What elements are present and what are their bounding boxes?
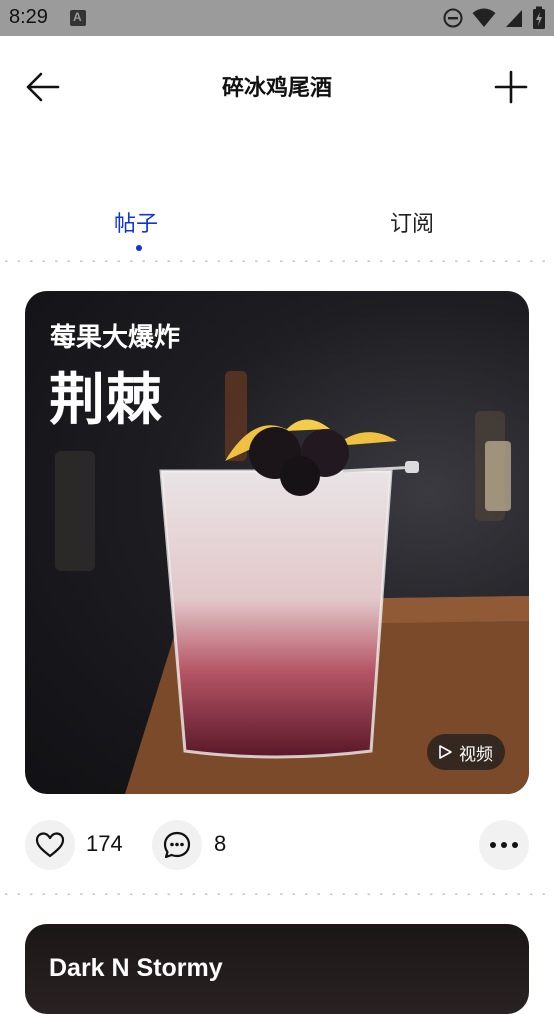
- post-title: Dark N Stormy: [49, 954, 223, 982]
- comment-count: 8: [214, 831, 227, 856]
- post-card[interactable]: 莓果大爆炸 荆棘 视频: [25, 291, 529, 794]
- signal-icon: [506, 10, 522, 27]
- comment-button[interactable]: [152, 820, 202, 870]
- app-bar: 碎冰鸡尾酒: [0, 36, 554, 136]
- add-button[interactable]: [490, 66, 532, 108]
- notification-letter: A: [73, 10, 82, 24]
- tab-bar: 帖子 订阅: [0, 200, 554, 252]
- comment-icon: [163, 831, 191, 859]
- divider: [0, 260, 554, 262]
- wifi-icon: [472, 8, 496, 27]
- status-time: 8:29: [9, 6, 48, 28]
- video-badge: 视频: [427, 734, 505, 770]
- more-options-button[interactable]: [479, 820, 529, 870]
- page-title: 碎冰鸡尾酒: [221, 76, 332, 101]
- active-tab-indicator: [136, 245, 142, 251]
- status-bar: 8:29 A: [0, 0, 554, 36]
- battery-icon: [533, 6, 545, 29]
- play-icon: [439, 745, 452, 759]
- video-label: 视频: [459, 744, 493, 765]
- post-actions: 174 8: [0, 818, 554, 872]
- tab-posts[interactable]: 帖子: [114, 206, 158, 238]
- notification-icon: A: [70, 10, 86, 26]
- divider: [0, 893, 554, 895]
- heart-icon: [35, 832, 65, 858]
- tab-subscriptions[interactable]: 订阅: [390, 206, 434, 238]
- plus-icon: [494, 70, 528, 104]
- like-button[interactable]: [25, 820, 75, 870]
- post-card[interactable]: Dark N Stormy: [25, 924, 529, 1014]
- post-subtitle: 莓果大爆炸: [50, 323, 181, 353]
- post-title: 荆棘: [49, 368, 163, 433]
- do-not-disturb-icon: [443, 8, 463, 28]
- more-horizontal-icon: [490, 842, 518, 848]
- like-count: 174: [86, 831, 123, 856]
- status-icons: [442, 6, 546, 30]
